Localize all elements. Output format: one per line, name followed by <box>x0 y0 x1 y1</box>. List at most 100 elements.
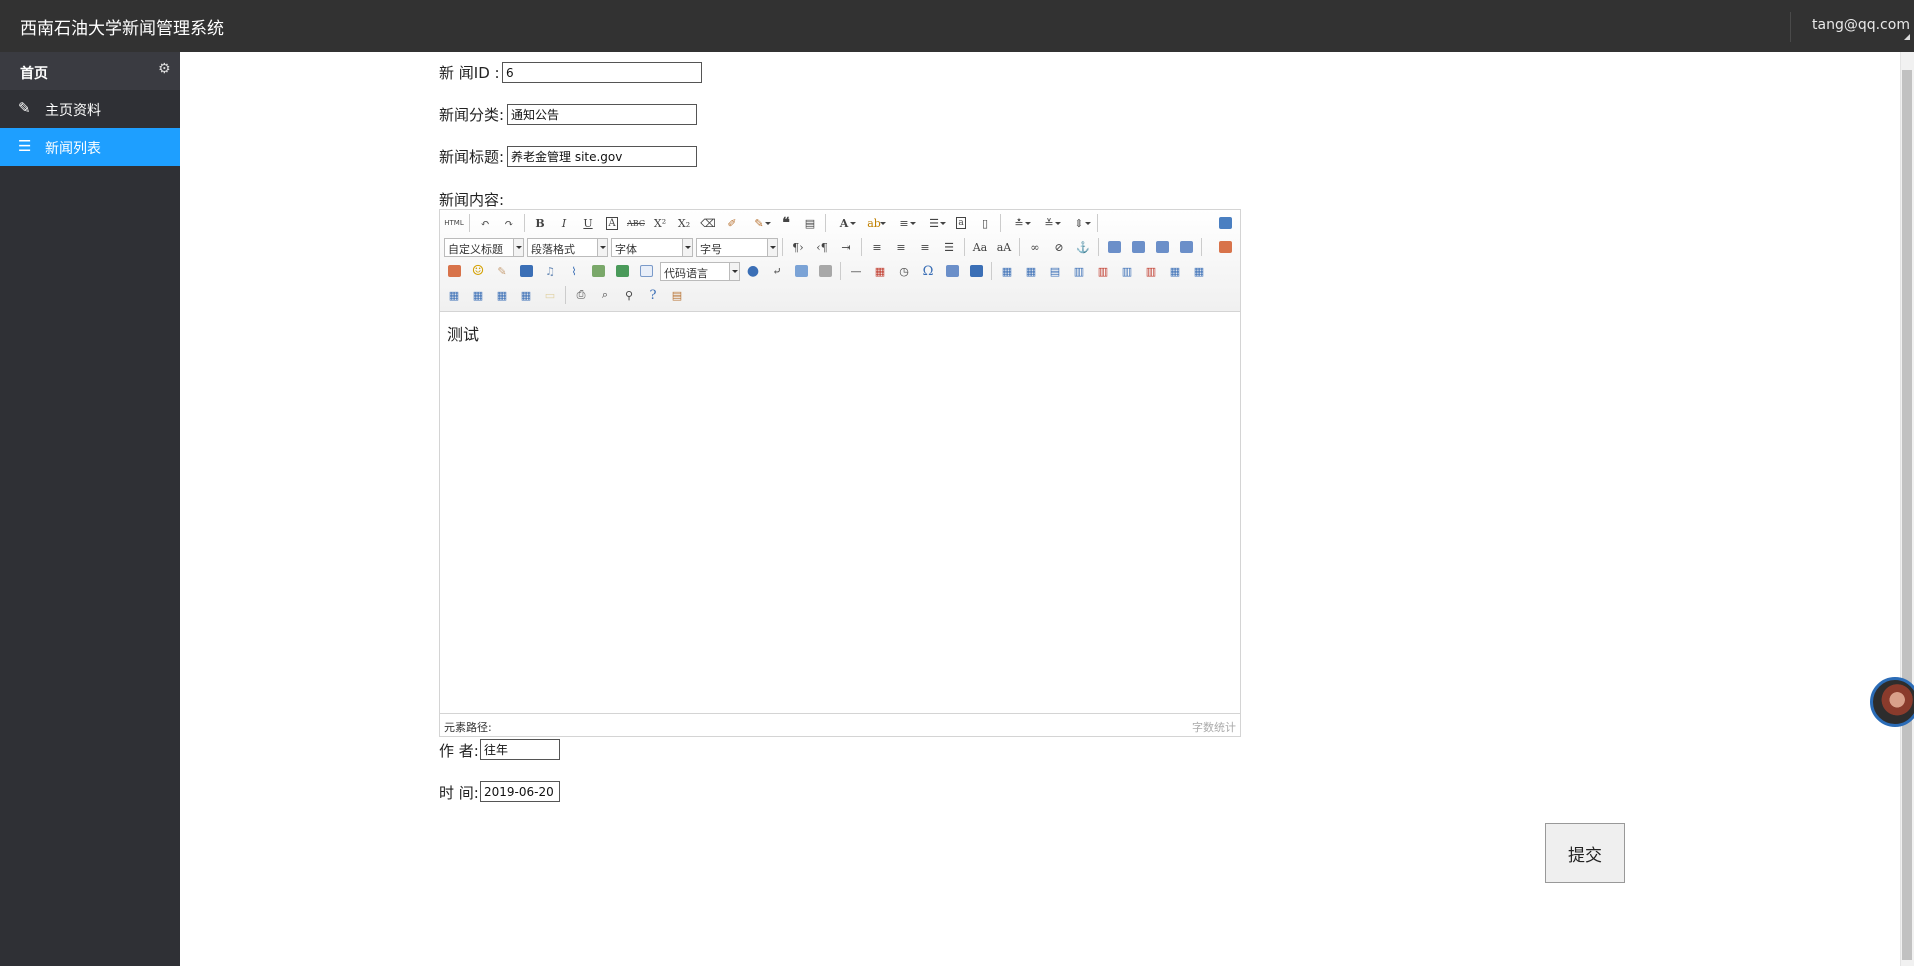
pagebreak-icon[interactable]: ⤶ <box>767 261 787 281</box>
split-to-cols-icon[interactable]: ▦ <box>516 285 536 305</box>
horizontal-rule-icon[interactable]: — <box>846 261 866 281</box>
superscript-icon[interactable]: X² <box>650 213 670 233</box>
time-input[interactable] <box>480 781 560 802</box>
select-all-icon[interactable]: a <box>951 213 971 233</box>
editor-content[interactable]: 测试 <box>440 313 1240 713</box>
font-size-select[interactable]: 字号 <box>696 237 778 257</box>
split-to-rows-icon[interactable]: ▦ <box>492 285 512 305</box>
delete-table-icon[interactable]: ▦ <box>1021 261 1041 281</box>
paste-plain-icon[interactable]: ▤ <box>800 213 820 233</box>
help-icon[interactable]: ? <box>643 285 663 305</box>
blockquote-icon[interactable]: ❝ <box>776 213 796 233</box>
unordered-list-icon[interactable]: ☰ <box>921 213 947 233</box>
uppercase-icon[interactable]: Aa <box>970 237 990 257</box>
italic-icon[interactable]: I <box>554 213 574 233</box>
delete-col-icon[interactable]: ▥ <box>1141 261 1161 281</box>
clear-doc-icon[interactable]: ▯ <box>975 213 995 233</box>
align-center-icon[interactable]: ≡ <box>891 237 911 257</box>
user-email[interactable]: tang@qq.com <box>1812 17 1910 33</box>
code-language-select[interactable]: 代码语言 <box>660 261 740 281</box>
insert-col-icon[interactable]: ▥ <box>1117 261 1137 281</box>
strikethrough-icon[interactable]: ABC <box>626 213 646 233</box>
rtl-icon[interactable]: ‹¶ <box>812 237 832 257</box>
merge-right-icon[interactable]: ▦ <box>1189 261 1209 281</box>
line-height-icon[interactable]: ⇕ <box>1066 213 1092 233</box>
paragraph-format-select[interactable]: 段落格式 <box>527 237 608 257</box>
author-input[interactable] <box>480 739 560 760</box>
bold-icon[interactable]: B <box>530 213 550 233</box>
attachment-icon[interactable]: ⌇ <box>564 261 584 281</box>
undo-icon[interactable]: ↶ <box>475 213 495 233</box>
insert-image-icon[interactable] <box>1215 237 1235 257</box>
merge-down-icon[interactable]: ▦ <box>444 285 464 305</box>
title-input[interactable] <box>507 146 697 167</box>
dropdown-corner-icon[interactable] <box>1904 34 1910 40</box>
image-left-icon[interactable] <box>1128 237 1148 257</box>
insert-row-icon[interactable]: ▥ <box>1069 261 1089 281</box>
scrawl-icon[interactable]: ✎ <box>492 261 512 281</box>
split-to-cells-icon[interactable]: ▦ <box>468 285 488 305</box>
delete-row-icon[interactable]: ▥ <box>1093 261 1113 281</box>
video-icon[interactable] <box>516 261 536 281</box>
image-right-icon[interactable] <box>1152 237 1172 257</box>
word-image-icon[interactable] <box>942 261 962 281</box>
insert-frame-icon[interactable] <box>636 261 656 281</box>
highlight-icon[interactable]: ab <box>861 213 887 233</box>
sidebar-home[interactable]: 首页 ⚙ <box>0 52 180 90</box>
search-replace-icon[interactable]: ⚲ <box>619 285 639 305</box>
print-icon[interactable]: ⎙ <box>571 285 591 305</box>
eraser-icon[interactable]: ⌫ <box>698 213 718 233</box>
category-input[interactable] <box>507 104 697 125</box>
image-center-icon[interactable] <box>1176 237 1196 257</box>
special-char-icon[interactable]: Ω <box>918 261 938 281</box>
scrollbar-thumb[interactable] <box>1902 70 1912 960</box>
gear-icon[interactable]: ⚙ <box>158 61 171 77</box>
fullscreen-icon[interactable] <box>1215 213 1235 233</box>
chart-icon[interactable]: ▭ <box>540 285 560 305</box>
news-id-input[interactable] <box>502 62 702 83</box>
row-spacing-bottom-icon[interactable]: ≚ <box>1036 213 1062 233</box>
align-left-icon[interactable]: ≡ <box>867 237 887 257</box>
link-icon[interactable]: ∞ <box>1025 237 1045 257</box>
auto-typeset-icon[interactable]: ✎ <box>746 213 772 233</box>
web-app-icon[interactable]: ● <box>743 261 763 281</box>
app-title[interactable]: 西南石油大学新闻管理系统 <box>20 14 224 39</box>
unlink-icon[interactable]: ⊘ <box>1049 237 1069 257</box>
custom-heading-select[interactable]: 自定义标题 <box>444 237 524 257</box>
anchor-icon[interactable]: ⚓ <box>1073 237 1093 257</box>
ltr-icon[interactable]: ¶› <box>788 237 808 257</box>
music-icon[interactable]: ♫ <box>540 261 560 281</box>
ordered-list-icon[interactable]: ≡ <box>891 213 917 233</box>
gmap-icon[interactable] <box>612 261 632 281</box>
row-spacing-top-icon[interactable]: ≛ <box>1006 213 1032 233</box>
image-none-icon[interactable] <box>1104 237 1124 257</box>
map-icon[interactable] <box>588 261 608 281</box>
background-icon[interactable] <box>815 261 835 281</box>
sidebar-item-news-list[interactable]: ☰ 新闻列表 <box>0 128 180 166</box>
merge-cells-icon[interactable]: ▦ <box>1165 261 1185 281</box>
insert-table-icon[interactable]: ▦ <box>997 261 1017 281</box>
word-paste-icon[interactable] <box>966 261 986 281</box>
font-family-select[interactable]: 字体 <box>611 237 693 257</box>
indent-icon[interactable]: ⇥ <box>836 237 856 257</box>
sidebar-item-profile[interactable]: ✎ 主页资料 <box>0 90 180 128</box>
underline-icon[interactable]: U <box>578 213 598 233</box>
emotion-icon[interactable]: ☺ <box>468 261 488 281</box>
redo-icon[interactable]: ↷ <box>499 213 519 233</box>
format-brush-icon[interactable]: ✐ <box>722 213 742 233</box>
font-color-icon[interactable]: A <box>831 213 857 233</box>
subscript-icon[interactable]: X₂ <box>674 213 694 233</box>
align-justify-icon[interactable]: ☰ <box>939 237 959 257</box>
insert-paragraph-before-table-icon[interactable]: ▤ <box>1045 261 1065 281</box>
floating-avatar[interactable] <box>1870 677 1914 727</box>
preview-icon[interactable]: ⌕ <box>595 285 615 305</box>
lowercase-icon[interactable]: aA <box>994 237 1014 257</box>
multi-image-icon[interactable] <box>444 261 464 281</box>
submit-button[interactable]: 提交 <box>1545 823 1625 883</box>
time-icon[interactable]: ◷ <box>894 261 914 281</box>
font-border-icon[interactable]: A <box>602 213 622 233</box>
template-icon[interactable] <box>791 261 811 281</box>
date-icon[interactable]: ▦ <box>870 261 890 281</box>
align-right-icon[interactable]: ≡ <box>915 237 935 257</box>
html-source-button[interactable]: HTML <box>444 213 464 233</box>
